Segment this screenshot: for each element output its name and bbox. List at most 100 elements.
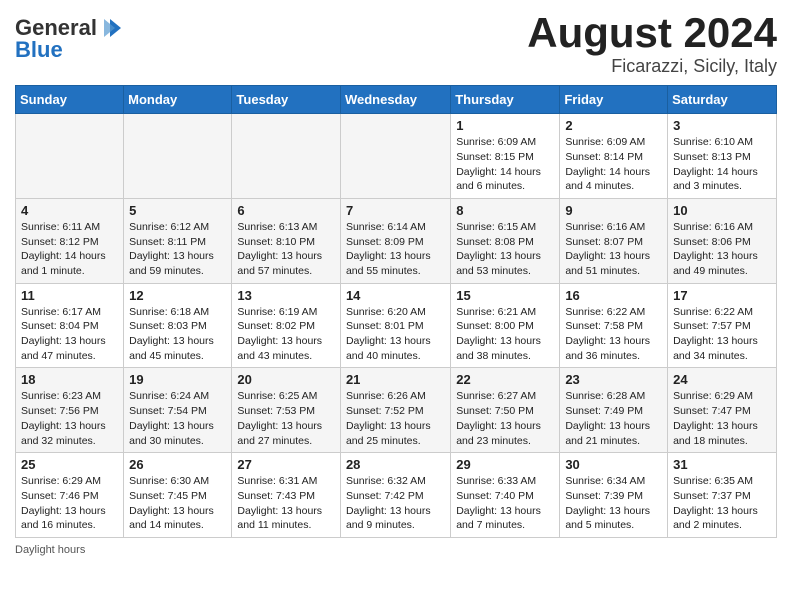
logo: General Blue bbox=[15, 15, 121, 63]
day-info-line: Daylight: 13 hours bbox=[346, 419, 445, 434]
day-info-line: Sunset: 7:49 PM bbox=[565, 404, 662, 419]
day-info-line: and 34 minutes. bbox=[673, 349, 771, 364]
day-info-line: Daylight: 13 hours bbox=[456, 504, 554, 519]
calendar-day-header: Friday bbox=[560, 86, 668, 114]
day-number: 10 bbox=[673, 203, 771, 218]
day-info-line: Daylight: 13 hours bbox=[21, 334, 118, 349]
calendar-day-cell: 25Sunrise: 6:29 AMSunset: 7:46 PMDayligh… bbox=[16, 453, 124, 538]
calendar-day-cell: 28Sunrise: 6:32 AMSunset: 7:42 PMDayligh… bbox=[340, 453, 450, 538]
day-number: 14 bbox=[346, 288, 445, 303]
calendar-day-header: Thursday bbox=[451, 86, 560, 114]
day-info-line: Sunset: 8:07 PM bbox=[565, 235, 662, 250]
day-info-line: Sunset: 8:15 PM bbox=[456, 150, 554, 165]
day-info-line: Sunset: 8:12 PM bbox=[21, 235, 118, 250]
day-info-line: Sunset: 7:54 PM bbox=[129, 404, 226, 419]
calendar-day-cell: 9Sunrise: 6:16 AMSunset: 8:07 PMDaylight… bbox=[560, 198, 668, 283]
day-info-line: Sunset: 8:09 PM bbox=[346, 235, 445, 250]
day-number: 6 bbox=[237, 203, 335, 218]
calendar-day-cell: 21Sunrise: 6:26 AMSunset: 7:52 PMDayligh… bbox=[340, 368, 450, 453]
day-info-line: Daylight: 13 hours bbox=[673, 419, 771, 434]
day-info-line: Sunrise: 6:27 AM bbox=[456, 389, 554, 404]
calendar-day-cell: 31Sunrise: 6:35 AMSunset: 7:37 PMDayligh… bbox=[668, 453, 777, 538]
calendar-day-cell: 7Sunrise: 6:14 AMSunset: 8:09 PMDaylight… bbox=[340, 198, 450, 283]
day-number: 19 bbox=[129, 372, 226, 387]
month-title: August 2024 bbox=[527, 10, 777, 56]
day-number: 23 bbox=[565, 372, 662, 387]
calendar-header-row: SundayMondayTuesdayWednesdayThursdayFrid… bbox=[16, 86, 777, 114]
day-info-line: Sunrise: 6:16 AM bbox=[565, 220, 662, 235]
day-info-line: Sunrise: 6:09 AM bbox=[565, 135, 662, 150]
day-info-line: Daylight: 13 hours bbox=[456, 419, 554, 434]
day-info-line: Sunrise: 6:12 AM bbox=[129, 220, 226, 235]
calendar-day-cell: 17Sunrise: 6:22 AMSunset: 7:57 PMDayligh… bbox=[668, 283, 777, 368]
day-info-line: Daylight: 13 hours bbox=[346, 504, 445, 519]
calendar-week-row: 25Sunrise: 6:29 AMSunset: 7:46 PMDayligh… bbox=[16, 453, 777, 538]
calendar-day-cell: 14Sunrise: 6:20 AMSunset: 8:01 PMDayligh… bbox=[340, 283, 450, 368]
day-info-line: Daylight: 13 hours bbox=[129, 419, 226, 434]
day-number: 29 bbox=[456, 457, 554, 472]
day-info-line: Sunset: 8:04 PM bbox=[21, 319, 118, 334]
day-info-line: Daylight: 13 hours bbox=[21, 504, 118, 519]
calendar-day-cell: 1Sunrise: 6:09 AMSunset: 8:15 PMDaylight… bbox=[451, 114, 560, 199]
day-number: 7 bbox=[346, 203, 445, 218]
day-info-line: and 2 minutes. bbox=[673, 518, 771, 533]
day-info-line: Sunrise: 6:17 AM bbox=[21, 305, 118, 320]
day-info-line: and 3 minutes. bbox=[673, 179, 771, 194]
day-info-line: Sunrise: 6:20 AM bbox=[346, 305, 445, 320]
day-number: 24 bbox=[673, 372, 771, 387]
calendar-day-cell: 15Sunrise: 6:21 AMSunset: 8:00 PMDayligh… bbox=[451, 283, 560, 368]
day-info-line: Sunset: 8:02 PM bbox=[237, 319, 335, 334]
day-info-line: and 9 minutes. bbox=[346, 518, 445, 533]
logo-blue-text: Blue bbox=[15, 37, 63, 63]
day-number: 12 bbox=[129, 288, 226, 303]
day-number: 27 bbox=[237, 457, 335, 472]
day-number: 21 bbox=[346, 372, 445, 387]
day-info-line: and 57 minutes. bbox=[237, 264, 335, 279]
day-info-line: Sunrise: 6:09 AM bbox=[456, 135, 554, 150]
day-info-line: Sunrise: 6:15 AM bbox=[456, 220, 554, 235]
day-info-line: Sunrise: 6:10 AM bbox=[673, 135, 771, 150]
calendar-day-cell bbox=[340, 114, 450, 199]
day-info-line: and 23 minutes. bbox=[456, 434, 554, 449]
day-info-line: Daylight: 13 hours bbox=[237, 504, 335, 519]
day-info-line: Sunset: 7:40 PM bbox=[456, 489, 554, 504]
calendar-day-cell: 18Sunrise: 6:23 AMSunset: 7:56 PMDayligh… bbox=[16, 368, 124, 453]
day-info-line: Daylight: 13 hours bbox=[346, 334, 445, 349]
day-info-line: Sunrise: 6:34 AM bbox=[565, 474, 662, 489]
day-info-line: Daylight: 13 hours bbox=[21, 419, 118, 434]
day-info-line: Sunset: 8:00 PM bbox=[456, 319, 554, 334]
day-info-line: and 16 minutes. bbox=[21, 518, 118, 533]
calendar-day-cell: 23Sunrise: 6:28 AMSunset: 7:49 PMDayligh… bbox=[560, 368, 668, 453]
calendar-week-row: 11Sunrise: 6:17 AMSunset: 8:04 PMDayligh… bbox=[16, 283, 777, 368]
day-info-line: Daylight: 14 hours bbox=[565, 165, 662, 180]
day-info-line: Sunrise: 6:29 AM bbox=[21, 474, 118, 489]
day-number: 3 bbox=[673, 118, 771, 133]
day-info-line: Sunset: 7:50 PM bbox=[456, 404, 554, 419]
calendar-week-row: 1Sunrise: 6:09 AMSunset: 8:15 PMDaylight… bbox=[16, 114, 777, 199]
day-info-line: Daylight: 13 hours bbox=[673, 249, 771, 264]
calendar-day-cell bbox=[124, 114, 232, 199]
day-info-line: Sunrise: 6:30 AM bbox=[129, 474, 226, 489]
calendar-day-cell: 2Sunrise: 6:09 AMSunset: 8:14 PMDaylight… bbox=[560, 114, 668, 199]
day-number: 13 bbox=[237, 288, 335, 303]
calendar-day-cell: 26Sunrise: 6:30 AMSunset: 7:45 PMDayligh… bbox=[124, 453, 232, 538]
day-info-line: Daylight: 13 hours bbox=[673, 504, 771, 519]
calendar-day-cell: 19Sunrise: 6:24 AMSunset: 7:54 PMDayligh… bbox=[124, 368, 232, 453]
calendar-day-cell: 20Sunrise: 6:25 AMSunset: 7:53 PMDayligh… bbox=[232, 368, 341, 453]
day-info-line: and 47 minutes. bbox=[21, 349, 118, 364]
day-info-line: Daylight: 13 hours bbox=[346, 249, 445, 264]
day-info-line: and 27 minutes. bbox=[237, 434, 335, 449]
calendar-day-cell: 22Sunrise: 6:27 AMSunset: 7:50 PMDayligh… bbox=[451, 368, 560, 453]
daylight-label: Daylight hours bbox=[15, 544, 85, 556]
calendar-day-header: Sunday bbox=[16, 86, 124, 114]
day-info-line: and 55 minutes. bbox=[346, 264, 445, 279]
calendar-day-cell bbox=[16, 114, 124, 199]
day-number: 4 bbox=[21, 203, 118, 218]
day-info-line: Daylight: 13 hours bbox=[129, 249, 226, 264]
day-info-line: and 25 minutes. bbox=[346, 434, 445, 449]
day-number: 11 bbox=[21, 288, 118, 303]
day-info-line: Daylight: 13 hours bbox=[565, 504, 662, 519]
day-number: 5 bbox=[129, 203, 226, 218]
day-info-line: Sunrise: 6:13 AM bbox=[237, 220, 335, 235]
day-number: 31 bbox=[673, 457, 771, 472]
